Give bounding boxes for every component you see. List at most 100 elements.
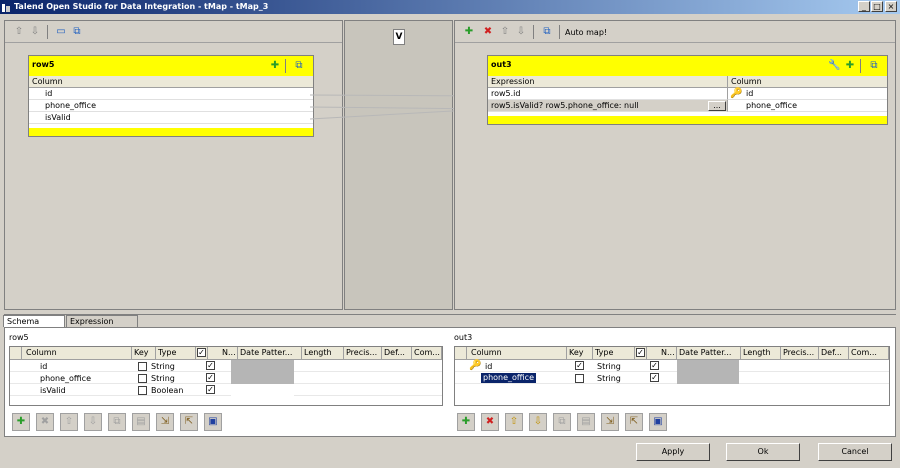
import-schema-icon[interactable]: ⇲ <box>601 413 619 431</box>
nullable-all-checkbox[interactable]: ✓ <box>197 348 206 357</box>
col-header-nullable-check[interactable]: ✓ <box>196 347 208 359</box>
schema-type[interactable]: String <box>151 362 175 371</box>
add-filter-icon[interactable]: ✚ <box>269 60 281 72</box>
key-checkbox[interactable]: ✓ <box>575 361 584 370</box>
minimize-table-icon[interactable]: ⧉ <box>293 60 305 72</box>
table-row[interactable]: phone_office String ✓ <box>455 372 889 384</box>
var-table-button[interactable]: V <box>393 29 405 45</box>
col-header-default: Def... <box>382 347 412 359</box>
import-schema-icon[interactable]: ⇲ <box>156 413 174 431</box>
remove-column-icon[interactable]: ✖ <box>36 413 54 431</box>
save-icon[interactable]: ▣ <box>204 413 222 431</box>
move-up-icon[interactable]: ⇧ <box>499 26 511 38</box>
key-checkbox[interactable] <box>138 374 147 383</box>
toolbar-divider <box>533 25 534 39</box>
maximize-button[interactable]: □ <box>871 1 883 12</box>
add-filter-icon[interactable]: ✚ <box>844 60 856 72</box>
output-expression-id[interactable]: row5.id <box>488 88 728 100</box>
add-column-icon[interactable]: ✚ <box>12 413 30 431</box>
col-header-column: Column <box>467 347 567 359</box>
minimize-button[interactable]: _ <box>858 1 870 12</box>
schema-column-name[interactable]: isValid <box>40 386 66 395</box>
save-icon[interactable]: ▣ <box>649 413 667 431</box>
col-header-date-pattern: Date Patter... <box>677 347 741 359</box>
output-table-name: out3 <box>491 60 512 69</box>
minimize-all-icon[interactable]: ▭ <box>55 26 67 38</box>
schema-column-name[interactable]: phone_office <box>40 374 91 383</box>
col-header-column: Column <box>22 347 132 359</box>
paste-icon[interactable]: ▤ <box>132 413 150 431</box>
key-checkbox[interactable] <box>575 374 584 383</box>
expand-all-icon[interactable]: ⧉ <box>71 26 83 38</box>
col-header-nullable-check[interactable]: ✓ <box>635 347 647 359</box>
remove-column-icon[interactable]: ✖ <box>481 413 499 431</box>
apply-button[interactable]: Apply <box>636 443 710 461</box>
move-up-icon[interactable]: ⇧ <box>60 413 78 431</box>
tab-expression-editor[interactable]: Expression editor <box>66 315 138 337</box>
nullable-checkbox[interactable]: ✓ <box>206 373 215 382</box>
table-row[interactable]: id String ✓ <box>10 360 442 372</box>
minimize-table-icon[interactable]: ⧉ <box>868 60 880 72</box>
table-row[interactable]: isValid Boolean ✓ <box>10 384 442 396</box>
nullable-checkbox[interactable]: ✓ <box>206 361 215 370</box>
var-panel: V <box>344 20 453 310</box>
move-down-icon[interactable]: ⇩ <box>515 26 527 38</box>
col-header-type: Type <box>156 347 196 359</box>
nullable-checkbox[interactable]: ✓ <box>206 385 215 394</box>
copy-icon[interactable]: ⧉ <box>553 413 571 431</box>
nullable-checkbox[interactable]: ✓ <box>650 361 659 370</box>
schema-column-name[interactable]: id <box>40 362 47 371</box>
expand-all-icon[interactable]: ⧉ <box>541 26 553 38</box>
schema-column-name[interactable]: id <box>485 362 492 371</box>
move-down-icon[interactable]: ⇩ <box>84 413 102 431</box>
copy-icon[interactable]: ⧉ <box>108 413 126 431</box>
auto-map-button[interactable]: Auto map! <box>565 28 607 37</box>
nullable-checkbox[interactable]: ✓ <box>650 373 659 382</box>
expression-builder-button[interactable]: ... <box>708 101 726 111</box>
schema-left-header: Column Key Type ✓ N... Date Patter... Le… <box>10 347 442 360</box>
move-down-icon[interactable]: ⇩ <box>29 26 41 38</box>
tab-schema-editor[interactable]: Schema editor <box>3 315 65 337</box>
export-schema-icon[interactable]: ⇱ <box>180 413 198 431</box>
move-down-icon[interactable]: ⇩ <box>529 413 547 431</box>
ok-button[interactable]: Ok <box>726 443 800 461</box>
schema-left-toolbar: ✚ ✖ ⇧ ⇩ ⧉ ▤ ⇲ ⇱ ▣ <box>9 412 229 432</box>
settings-wrench-icon[interactable]: 🔧 <box>828 60 840 72</box>
cancel-button[interactable]: Cancel <box>818 443 892 461</box>
add-output-icon[interactable]: ✚ <box>463 26 475 38</box>
remove-output-icon[interactable]: ✖ <box>482 26 494 38</box>
key-checkbox[interactable] <box>138 386 147 395</box>
input-table-header: row5 ✚ ⧉ <box>29 56 313 76</box>
schema-type[interactable]: String <box>597 362 621 371</box>
column-header: Column <box>728 76 887 88</box>
schema-column-name-selected[interactable]: phone_office <box>481 373 536 383</box>
row-selector-header <box>455 347 467 359</box>
schema-left-title: row5 <box>9 333 29 342</box>
move-up-icon[interactable]: ⇧ <box>13 26 25 38</box>
key-checkbox[interactable] <box>138 362 147 371</box>
output-column-phone-office[interactable]: phone_office <box>728 100 887 112</box>
close-button[interactable]: × <box>885 1 897 12</box>
date-pattern-cell <box>231 372 294 384</box>
add-column-icon[interactable]: ✚ <box>457 413 475 431</box>
input-row-phone-office[interactable]: phone_office <box>29 100 313 112</box>
schema-type[interactable]: String <box>151 374 175 383</box>
input-row-isvalid[interactable]: isValid <box>29 112 313 124</box>
export-schema-icon[interactable]: ⇱ <box>625 413 643 431</box>
move-up-icon[interactable]: ⇧ <box>505 413 523 431</box>
row-selector-header <box>10 347 22 359</box>
input-row-id[interactable]: id <box>29 88 313 100</box>
output-panel: ✚ ✖ ⇧ ⇩ ⧉ Auto map! out3 🔧 ✚ ⧉ Expressio… <box>454 20 896 310</box>
table-row[interactable]: phone_office String ✓ <box>10 372 442 384</box>
key-icon: 🔑 <box>730 88 743 99</box>
table-row[interactable]: 🔑 id ✓ String ✓ <box>455 360 889 372</box>
paste-icon[interactable]: ▤ <box>577 413 595 431</box>
schema-type[interactable]: String <box>597 374 621 383</box>
date-pattern-cell <box>677 372 739 384</box>
output-column-id[interactable]: 🔑 id <box>728 88 887 100</box>
schema-right-title: out3 <box>454 333 473 342</box>
nullable-all-checkbox[interactable]: ✓ <box>636 348 645 357</box>
schema-type[interactable]: Boolean <box>151 386 183 395</box>
output-expression-phone-office[interactable]: row5.isValid? row5.phone_office: null ..… <box>488 100 728 112</box>
col-header-date-pattern: Date Patter... <box>238 347 302 359</box>
